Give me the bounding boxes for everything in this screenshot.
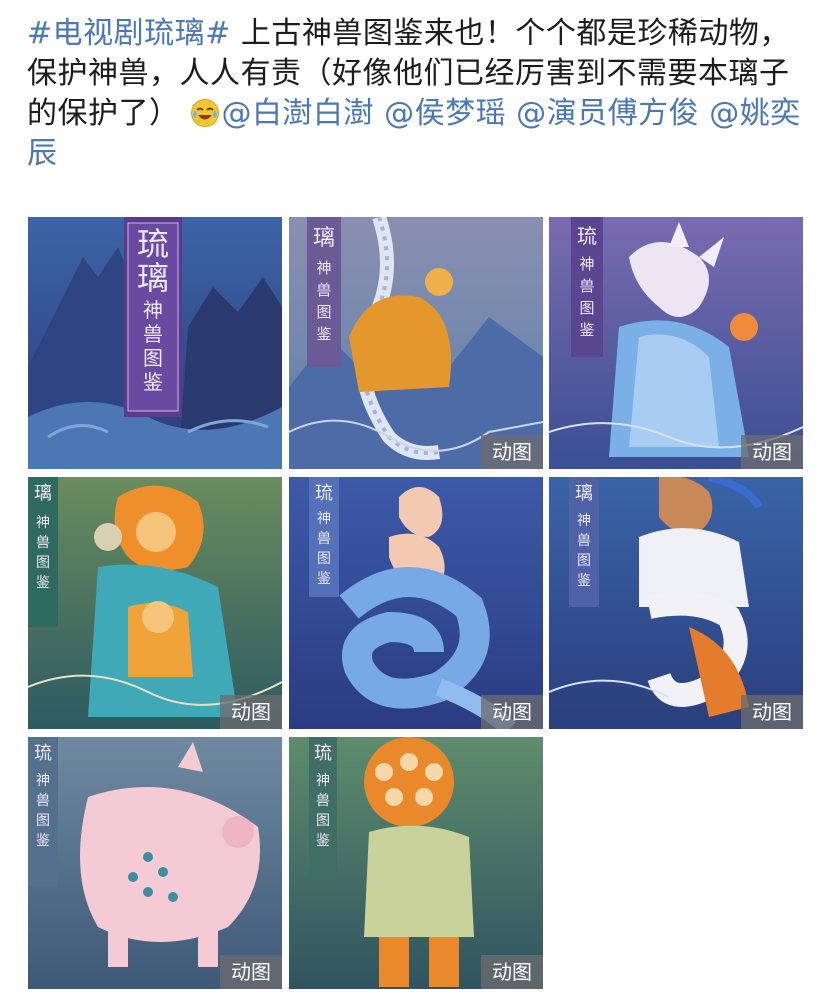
gif-badge: 动图 bbox=[481, 435, 543, 469]
svg-text:鉴: 鉴 bbox=[577, 573, 591, 589]
svg-text:琉: 琉 bbox=[577, 224, 597, 248]
svg-text:兽: 兽 bbox=[577, 533, 591, 549]
gif-badge: 动图 bbox=[220, 695, 282, 729]
image-tile-6[interactable]: 璃 神 兽 图 鉴 动图 bbox=[549, 477, 803, 729]
gif-badge: 动图 bbox=[481, 695, 543, 729]
svg-text:鉴: 鉴 bbox=[316, 833, 330, 849]
image-tile-4[interactable]: 璃 神 兽 图 鉴 动图 bbox=[28, 477, 282, 729]
artwork-fox-spirit: 琉 神 兽 图 鉴 bbox=[549, 217, 803, 469]
image-tile-1[interactable]: 琉璃 琉 璃 神 兽 图 鉴 bbox=[28, 217, 282, 469]
svg-text:神: 神 bbox=[143, 298, 163, 322]
svg-text:璃: 璃 bbox=[137, 259, 169, 297]
svg-text:琉: 琉 bbox=[315, 483, 333, 504]
image-tile-3[interactable]: 琉 神 兽 图 鉴 动图 bbox=[549, 217, 803, 469]
svg-text:鉴: 鉴 bbox=[36, 575, 50, 591]
image-tile-2[interactable]: 璃 神 兽 图 鉴 动图 bbox=[289, 217, 543, 469]
gif-badge: 动图 bbox=[220, 955, 282, 989]
svg-text:璃: 璃 bbox=[313, 226, 335, 251]
artwork-dragon-boy: 璃 神 兽 图 鉴 bbox=[289, 217, 543, 469]
gif-badge: 动图 bbox=[481, 955, 543, 989]
svg-text:鉴: 鉴 bbox=[36, 833, 50, 849]
svg-text:璃: 璃 bbox=[34, 483, 52, 504]
svg-text:神: 神 bbox=[317, 511, 331, 527]
image-tile-8[interactable]: 琉 神 兽 图 鉴 动图 bbox=[289, 737, 543, 989]
svg-text:图: 图 bbox=[36, 555, 50, 571]
svg-text:神: 神 bbox=[36, 773, 50, 789]
svg-text:图: 图 bbox=[316, 303, 331, 321]
gif-badge: 动图 bbox=[741, 435, 803, 469]
svg-text:鉴: 鉴 bbox=[316, 325, 331, 343]
svg-text:鉴: 鉴 bbox=[317, 571, 331, 587]
artwork-night-mountains: 琉璃 琉 璃 神 兽 图 鉴 bbox=[28, 217, 282, 469]
gif-badge: 动图 bbox=[741, 695, 803, 729]
hashtag-link[interactable]: #电视剧琉璃# bbox=[27, 16, 231, 51]
svg-text:兽: 兽 bbox=[316, 281, 331, 299]
svg-text:神: 神 bbox=[577, 513, 591, 529]
artwork-serpent-girl: 璃 神 兽 图 鉴 bbox=[549, 477, 803, 729]
svg-text:兽: 兽 bbox=[316, 793, 330, 809]
svg-text:兽: 兽 bbox=[143, 322, 163, 346]
post-text: #电视剧琉璃# 上古神兽图鉴来也！个个都是珍稀动物，保护神兽，人人有责（好像他们… bbox=[27, 14, 807, 174]
mention-link-1[interactable]: @白澍白澍 bbox=[222, 96, 375, 131]
svg-text:神: 神 bbox=[36, 515, 50, 531]
svg-text:鉴: 鉴 bbox=[143, 370, 163, 394]
svg-text:图: 图 bbox=[316, 813, 330, 829]
image-tile-7[interactable]: 琉 神 兽 图 鉴 动图 bbox=[28, 737, 282, 989]
svg-text:兽: 兽 bbox=[36, 535, 50, 551]
svg-text:神: 神 bbox=[316, 259, 331, 277]
svg-text:琉: 琉 bbox=[314, 743, 332, 764]
svg-text:兽: 兽 bbox=[36, 793, 50, 809]
svg-text:神: 神 bbox=[579, 255, 594, 273]
svg-text:兽: 兽 bbox=[317, 531, 331, 547]
svg-text:图: 图 bbox=[579, 299, 594, 317]
artwork-pig: 琉 神 兽 图 鉴 bbox=[28, 737, 282, 989]
svg-text:璃: 璃 bbox=[575, 483, 593, 504]
image-tile-5[interactable]: 琉 神 兽 图 鉴 动图 bbox=[289, 477, 543, 729]
artwork-monkeys: 璃 神 兽 图 鉴 bbox=[28, 477, 282, 729]
svg-text:琉: 琉 bbox=[137, 225, 169, 263]
mention-link-3[interactable]: @演员傅方俊 bbox=[516, 96, 699, 131]
svg-text:鉴: 鉴 bbox=[579, 321, 594, 339]
artwork-mermaid: 琉 神 兽 图 鉴 bbox=[289, 477, 543, 729]
svg-text:神: 神 bbox=[316, 773, 330, 789]
svg-text:图: 图 bbox=[36, 813, 50, 829]
mention-link-2[interactable]: @侯梦瑶 bbox=[384, 96, 506, 131]
artwork-tiger: 琉 神 兽 图 鉴 bbox=[289, 737, 543, 989]
svg-text:兽: 兽 bbox=[579, 277, 594, 295]
svg-text:图: 图 bbox=[577, 553, 591, 569]
laughing-tears-emoji-icon bbox=[190, 99, 219, 127]
svg-text:图: 图 bbox=[143, 346, 163, 370]
svg-text:琉: 琉 bbox=[34, 743, 52, 764]
svg-text:图: 图 bbox=[317, 551, 331, 567]
